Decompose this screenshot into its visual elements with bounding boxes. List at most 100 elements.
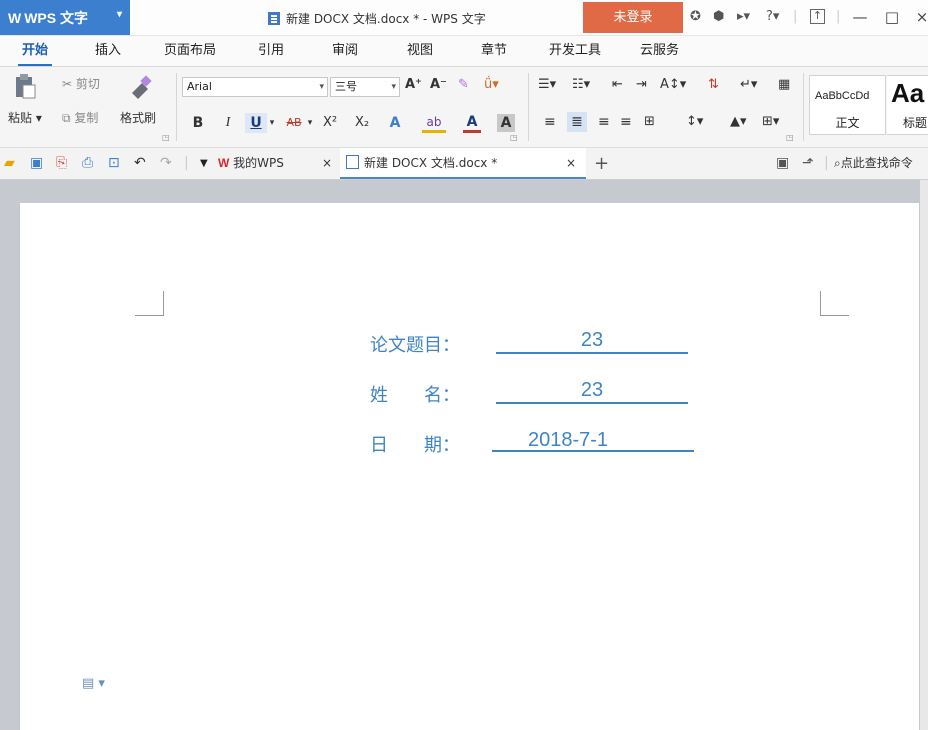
style-normal[interactable]: AaBbCcDd 正文 bbox=[809, 75, 886, 135]
help-icon[interactable]: ?▾ bbox=[766, 9, 779, 24]
window-title-text: 新建 DOCX 文档.docx * - WPS 文字 bbox=[286, 12, 486, 26]
field-value-date[interactable]: 2018-7-1 bbox=[492, 428, 694, 452]
pinyin-guide-icon[interactable]: ǘ▾ bbox=[484, 77, 499, 92]
undo-icon[interactable]: ↶ bbox=[134, 155, 146, 171]
field-value-name[interactable]: 23 bbox=[496, 378, 688, 404]
qa-separator-2: | bbox=[824, 155, 829, 171]
presentation-icon[interactable]: ▣ bbox=[776, 155, 789, 171]
font-launcher-icon[interactable]: ◳ bbox=[510, 133, 518, 142]
copy-button[interactable]: ⧉ 复制 bbox=[62, 109, 98, 126]
strike-dropdown[interactable]: ▾ bbox=[304, 113, 316, 133]
skin-icon[interactable]: ✪ bbox=[690, 9, 701, 24]
tab-view[interactable]: 视图 bbox=[407, 36, 433, 66]
title-separator-2: | bbox=[836, 9, 841, 24]
separator bbox=[803, 73, 804, 141]
minimize-button[interactable]: — bbox=[848, 5, 872, 29]
page-options-icon[interactable]: ▤ ▾ bbox=[82, 676, 105, 691]
open-folder-icon[interactable]: ▰ bbox=[4, 155, 15, 171]
grow-font-button[interactable]: A⁺ bbox=[405, 77, 422, 92]
search-icon: ⌕ bbox=[834, 156, 841, 170]
save-icon[interactable]: ▣ bbox=[30, 155, 43, 171]
tab-developer[interactable]: 开发工具 bbox=[549, 36, 601, 66]
group-launcher-icon[interactable]: ◳ bbox=[162, 133, 170, 142]
subscript-button[interactable]: X₂ bbox=[350, 113, 374, 133]
line-spacing-icon[interactable]: ↕▾ bbox=[686, 114, 703, 129]
paste-button[interactable] bbox=[14, 73, 36, 99]
tab-my-wps[interactable]: W 我的WPS × bbox=[218, 148, 338, 179]
command-search[interactable]: ⌕点此查找命令 bbox=[834, 148, 928, 179]
separator bbox=[528, 73, 529, 141]
font-color-button[interactable]: A bbox=[463, 114, 481, 133]
increase-indent-icon[interactable]: ⇥ bbox=[636, 77, 647, 92]
title-separator: | bbox=[793, 9, 798, 24]
app-menu-button[interactable]: W WPS 文字 ▾ bbox=[0, 0, 130, 35]
field-value-title[interactable]: 23 bbox=[496, 328, 688, 354]
ribbon-toggle-icon[interactable]: ↑ bbox=[810, 9, 825, 24]
tab-page-layout[interactable]: 页面布局 bbox=[164, 36, 216, 66]
share-icon[interactable]: ▸▾ bbox=[737, 9, 750, 24]
show-marks-icon[interactable]: ↵▾ bbox=[740, 77, 757, 92]
highlight-button[interactable]: ab bbox=[422, 114, 446, 133]
sort-icon[interactable]: ⇅ bbox=[708, 77, 719, 92]
font-family-value: Arial bbox=[187, 80, 212, 93]
align-left-icon[interactable]: ≡ bbox=[544, 114, 556, 130]
underline-button[interactable]: U bbox=[245, 113, 267, 133]
paste-label[interactable]: 粘贴 ▾ bbox=[8, 109, 42, 126]
close-button[interactable]: × bbox=[910, 5, 928, 29]
customize-qa-icon[interactable]: ▼ bbox=[200, 158, 208, 169]
align-right-icon[interactable]: ≡ bbox=[598, 114, 610, 130]
tab-close-icon[interactable]: × bbox=[322, 148, 332, 179]
redo-icon[interactable]: ↷ bbox=[160, 155, 172, 171]
font-family-select[interactable]: Arial ▾ bbox=[182, 77, 328, 97]
tab-review[interactable]: 审阅 bbox=[332, 36, 358, 66]
bold-button[interactable]: B bbox=[190, 113, 206, 133]
print-preview-icon[interactable]: ⊡ bbox=[108, 155, 120, 171]
maximize-button[interactable]: □ bbox=[880, 5, 904, 29]
italic-button[interactable]: I bbox=[220, 113, 236, 133]
print-icon[interactable]: ⎙ bbox=[82, 155, 93, 171]
superscript-button[interactable]: X² bbox=[318, 113, 342, 133]
chevron-down-icon: ▾ bbox=[117, 9, 123, 20]
paragraph-launcher-icon[interactable]: ◳ bbox=[786, 133, 794, 142]
tab-references[interactable]: 引用 bbox=[258, 36, 284, 66]
underline-dropdown[interactable]: ▾ bbox=[266, 113, 278, 133]
field-label-date: 日 期： bbox=[370, 435, 460, 456]
justify-icon[interactable]: ≡ bbox=[620, 114, 632, 130]
vertical-scrollbar[interactable] bbox=[920, 180, 928, 730]
export-pdf-icon[interactable]: ⎘ bbox=[56, 155, 67, 171]
style-heading-preview: Aa bbox=[891, 78, 925, 108]
shrink-font-button[interactable]: A⁻ bbox=[430, 77, 447, 92]
numbering-icon[interactable]: ☷▾ bbox=[572, 77, 590, 92]
separator bbox=[176, 73, 177, 141]
tab-document[interactable]: 新建 DOCX 文档.docx * × bbox=[340, 148, 586, 179]
borders-icon[interactable]: ⊞▾ bbox=[762, 114, 779, 129]
cut-button[interactable]: ✂ 剪切 bbox=[62, 75, 100, 92]
pointer-icon[interactable]: ⬏ bbox=[802, 155, 814, 171]
table-icon[interactable]: ▦ bbox=[778, 77, 790, 92]
distribute-icon[interactable]: ⊞ bbox=[644, 114, 655, 129]
document-page[interactable]: 论文题目： 23 姓 名： 23 日 期： 2018-7-1 bbox=[20, 203, 919, 730]
style-heading-label: 标题 bbox=[903, 116, 928, 130]
format-painter-label[interactable]: 格式刷 bbox=[120, 109, 156, 126]
align-center-icon[interactable]: ≣ bbox=[567, 112, 587, 132]
clipboard-icon bbox=[16, 74, 36, 99]
decrease-indent-icon[interactable]: ⇤ bbox=[612, 77, 623, 92]
font-size-select[interactable]: 三号 ▾ bbox=[330, 77, 400, 97]
tab-chapter[interactable]: 章节 bbox=[481, 36, 507, 66]
clear-format-icon[interactable]: ✎ bbox=[458, 77, 469, 92]
format-painter-icon[interactable] bbox=[128, 75, 154, 99]
char-shading-button[interactable]: A bbox=[497, 114, 515, 132]
login-button[interactable]: 未登录 bbox=[583, 2, 683, 33]
new-tab-button[interactable]: + bbox=[594, 148, 609, 179]
text-direction-icon[interactable]: A↕▾ bbox=[660, 77, 686, 92]
strikethrough-button[interactable]: AB bbox=[282, 113, 306, 133]
bullets-icon[interactable]: ☰▾ bbox=[538, 77, 556, 92]
text-effect-icon[interactable]: A bbox=[386, 113, 404, 133]
style-heading[interactable]: Aa 标题 bbox=[887, 75, 928, 135]
tab-close-icon[interactable]: × bbox=[566, 148, 576, 179]
settings-icon[interactable]: ⬢ bbox=[713, 9, 724, 24]
shading-icon[interactable]: ▲▾ bbox=[730, 114, 747, 129]
tab-cloud[interactable]: 云服务 bbox=[640, 36, 679, 66]
tab-home[interactable]: 开始 bbox=[17, 36, 53, 66]
tab-insert[interactable]: 插入 bbox=[95, 36, 121, 66]
